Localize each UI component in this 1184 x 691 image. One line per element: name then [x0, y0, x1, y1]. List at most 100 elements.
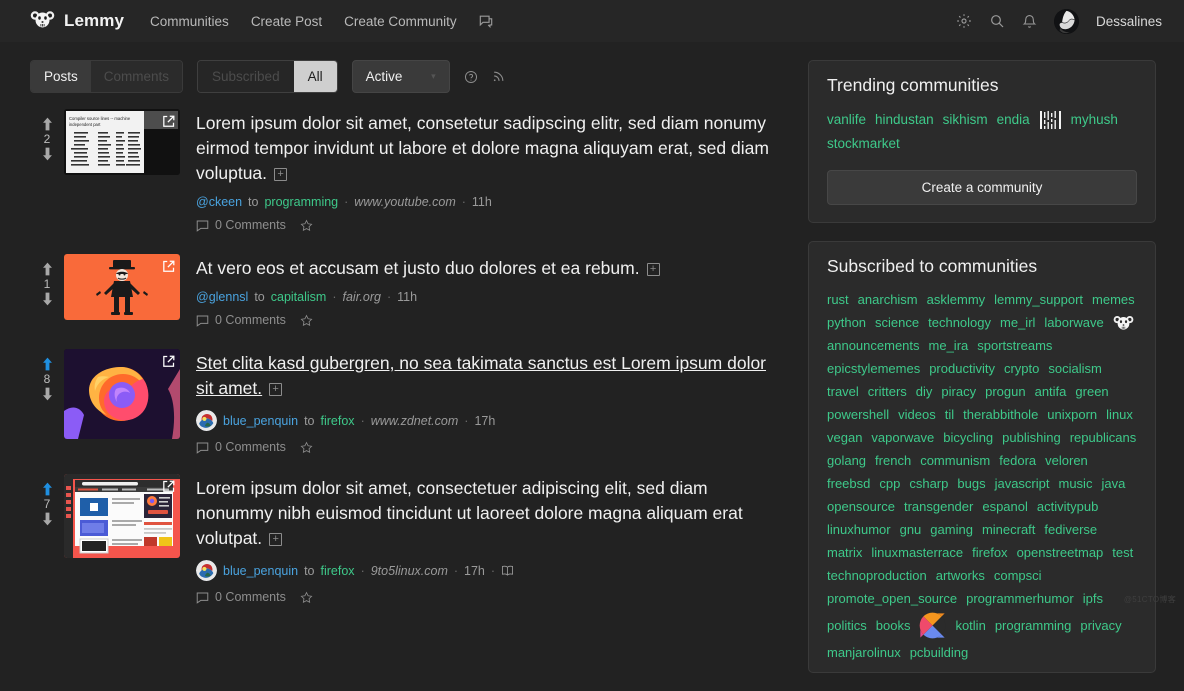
- expand-post-button[interactable]: +: [646, 263, 660, 276]
- subscribed-item-sportstreams[interactable]: sportstreams: [977, 336, 1052, 355]
- subscribed-item-memes[interactable]: memes: [1092, 290, 1135, 309]
- comments-button[interactable]: 0 Comments: [196, 440, 286, 454]
- post-community-link[interactable]: firefox: [321, 564, 355, 578]
- post-thumbnail[interactable]: [64, 474, 180, 558]
- post-author-link[interactable]: @ckeen: [196, 195, 242, 209]
- post-thumbnail[interactable]: [64, 349, 180, 439]
- subscribed-item-csharp[interactable]: csharp: [909, 474, 948, 493]
- subscribed-item-powershell[interactable]: powershell: [827, 405, 889, 424]
- subscribed-item-opensource[interactable]: opensource: [827, 497, 895, 516]
- subscribed-item-unixporn[interactable]: unixporn: [1047, 405, 1097, 424]
- subscribed-item-travel[interactable]: travel: [827, 382, 859, 401]
- save-star-button[interactable]: [300, 219, 313, 232]
- post-thumbnail[interactable]: Compiler source lines -- machine indepen…: [64, 109, 180, 175]
- tab-comments[interactable]: Comments: [90, 61, 183, 92]
- save-star-button[interactable]: [300, 441, 313, 454]
- subscribed-item-til[interactable]: til: [945, 405, 954, 424]
- subscribed-item-laborwave[interactable]: laborwave: [1044, 313, 1103, 332]
- post-community-link[interactable]: programming: [264, 195, 338, 209]
- subscribed-item-technoproduction[interactable]: technoproduction: [827, 566, 927, 585]
- post-author-link[interactable]: blue_penquin: [223, 564, 298, 578]
- trending-item-endia[interactable]: endia: [997, 110, 1030, 130]
- subscribed-item-progun[interactable]: progun: [985, 382, 1025, 401]
- subscribed-item-french[interactable]: french: [875, 451, 911, 470]
- subscribed-item-privacy[interactable]: privacy: [1080, 616, 1121, 635]
- subscribed-item-fediverse[interactable]: fediverse: [1044, 520, 1097, 539]
- subscribed-item-books[interactable]: books: [876, 616, 911, 635]
- navbar-username[interactable]: Dessalines: [1096, 14, 1162, 29]
- downvote-button[interactable]: [41, 292, 54, 306]
- trending-item-stockmarket[interactable]: stockmarket: [827, 134, 900, 154]
- subscribed-item-music[interactable]: music: [1059, 474, 1093, 493]
- post-author-link[interactable]: blue_penquin: [223, 414, 298, 428]
- tab-subscribed[interactable]: Subscribed: [198, 61, 294, 92]
- subscribed-item-lemmy_support[interactable]: lemmy_support: [994, 290, 1083, 309]
- expand-post-button[interactable]: +: [269, 383, 283, 396]
- avatar[interactable]: [1053, 8, 1079, 34]
- subscribed-item-announcements[interactable]: announcements: [827, 336, 920, 355]
- subscribed-item-antifa[interactable]: antifa: [1035, 382, 1067, 401]
- subscribed-item-linux[interactable]: linux: [1106, 405, 1133, 424]
- subscribed-item-gnu[interactable]: gnu: [900, 520, 922, 539]
- subscribed-item-therabbithole[interactable]: therabbithole: [963, 405, 1038, 424]
- subscribed-item-communism[interactable]: communism: [920, 451, 990, 470]
- inbox-icon[interactable]: [479, 14, 493, 28]
- post-thumbnail[interactable]: [64, 254, 180, 320]
- save-star-button[interactable]: [300, 314, 313, 327]
- post-domain[interactable]: fair.org: [343, 290, 381, 304]
- subscribed-item-test[interactable]: test: [1112, 543, 1133, 562]
- author-avatar[interactable]: [196, 560, 217, 581]
- subscribed-item-science[interactable]: science: [875, 313, 919, 332]
- subscribed-item-programming[interactable]: programming: [995, 616, 1072, 635]
- downvote-button[interactable]: [41, 147, 54, 161]
- save-star-button[interactable]: [300, 591, 313, 604]
- trending-item-vanlife[interactable]: vanlife: [827, 110, 866, 130]
- subscribed-item-transgender[interactable]: transgender: [904, 497, 973, 516]
- subscribed-item-bugs[interactable]: bugs: [957, 474, 985, 493]
- subscribed-item-linuxhumor[interactable]: linuxhumor: [827, 520, 891, 539]
- upvote-button[interactable]: [41, 262, 54, 276]
- trending-item-myhush[interactable]: myhush: [1071, 110, 1118, 130]
- expand-post-button[interactable]: +: [274, 168, 288, 181]
- subscribed-item-republicans[interactable]: republicans: [1070, 428, 1137, 447]
- post-domain[interactable]: www.youtube.com: [354, 195, 455, 209]
- subscribed-item-activitypub[interactable]: activitypub: [1037, 497, 1098, 516]
- brand-home-link[interactable]: Lemmy: [30, 9, 124, 34]
- subscribed-item-gaming[interactable]: gaming: [930, 520, 973, 539]
- subscribed-item-freebsd[interactable]: freebsd: [827, 474, 870, 493]
- post-author-link[interactable]: @glennsl: [196, 290, 248, 304]
- post-domain[interactable]: www.zdnet.com: [371, 414, 459, 428]
- external-link-icon[interactable]: [158, 351, 178, 371]
- subscribed-item-bicycling[interactable]: bicycling: [943, 428, 993, 447]
- subscribed-item-manjarolinux[interactable]: manjarolinux: [827, 643, 901, 662]
- question-circle-icon[interactable]: [464, 70, 478, 84]
- subscribed-item-openstreetmap[interactable]: openstreetmap: [1017, 543, 1104, 562]
- nav-link-communities[interactable]: Communities: [150, 14, 229, 29]
- subscribed-item-epicstylememes[interactable]: epicstylememes: [827, 359, 920, 378]
- subscribed-item-pcbuilding[interactable]: pcbuilding: [910, 643, 969, 662]
- bell-icon[interactable]: [1022, 14, 1037, 29]
- subscribed-item-firefox[interactable]: firefox: [972, 543, 1007, 562]
- subscribed-item-me_ira[interactable]: me_ira: [929, 336, 969, 355]
- subscribed-item-me_irl[interactable]: me_irl: [1000, 313, 1035, 332]
- subscribed-item-veloren[interactable]: veloren: [1045, 451, 1088, 470]
- tab-all[interactable]: All: [293, 61, 337, 92]
- create-community-button[interactable]: Create a community: [827, 170, 1137, 205]
- subscribed-item-productivity[interactable]: productivity: [929, 359, 995, 378]
- subscribed-item-asklemmy[interactable]: asklemmy: [927, 290, 986, 309]
- downvote-button[interactable]: [41, 512, 54, 526]
- subscribed-item-publishing[interactable]: publishing: [1002, 428, 1061, 447]
- subscribed-item-promote_open_source[interactable]: promote_open_source: [827, 589, 957, 608]
- subscribed-item-javascript[interactable]: javascript: [995, 474, 1050, 493]
- search-icon[interactable]: [989, 13, 1005, 29]
- comments-button[interactable]: 0 Comments: [196, 590, 286, 604]
- upvote-button[interactable]: [41, 357, 54, 371]
- post-community-link[interactable]: capitalism: [271, 290, 327, 304]
- tab-posts[interactable]: Posts: [31, 61, 91, 92]
- trending-item-hindustan[interactable]: hindustan: [875, 110, 934, 130]
- gear-icon[interactable]: [956, 13, 972, 29]
- comments-button[interactable]: 0 Comments: [196, 218, 286, 232]
- post-domain[interactable]: 9to5linux.com: [371, 564, 448, 578]
- subscribed-item-vaporwave[interactable]: vaporwave: [871, 428, 934, 447]
- subscribed-item-crypto[interactable]: crypto: [1004, 359, 1039, 378]
